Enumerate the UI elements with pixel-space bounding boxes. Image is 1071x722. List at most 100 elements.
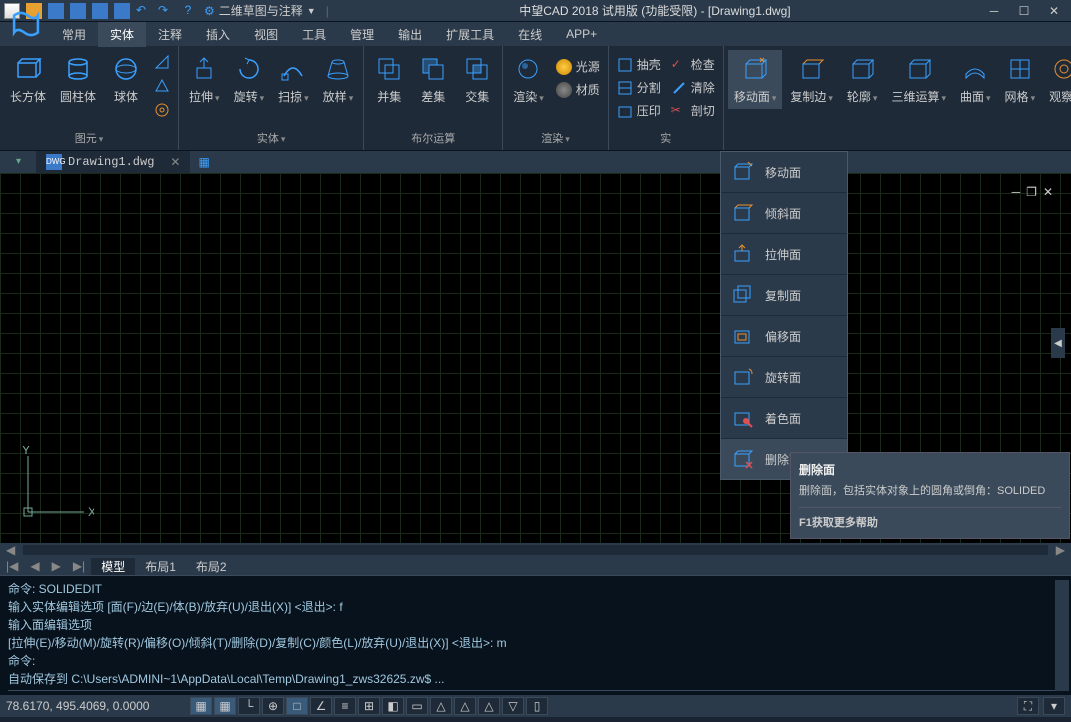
tab-output[interactable]: 输出: [386, 22, 434, 47]
minimize-button[interactable]: ─: [981, 2, 1007, 20]
redo-icon[interactable]: ↷: [158, 3, 174, 19]
sweep-button[interactable]: 扫掠: [272, 50, 315, 109]
check-button[interactable]: ✓检查: [667, 54, 719, 75]
sb-dyn[interactable]: ⊞: [358, 697, 380, 715]
3dop-button[interactable]: 三维运算: [885, 50, 952, 109]
command-window[interactable]: 命令: SOLIDEDIT 输入实体编辑选项 [面(F)/边(E)/体(B)/放…: [0, 575, 1071, 695]
sb-ann[interactable]: △: [430, 697, 452, 715]
plot-icon[interactable]: [92, 3, 108, 19]
tab-solid[interactable]: 实体: [98, 22, 146, 47]
sb-osnap[interactable]: □: [286, 697, 308, 715]
section-button[interactable]: ✂剖切: [667, 100, 719, 121]
preview-icon[interactable]: [114, 3, 130, 19]
sb-ortho[interactable]: └: [238, 697, 260, 715]
observe-button[interactable]: 观察: [1043, 50, 1071, 109]
dd-color-face[interactable]: 着色面: [721, 398, 847, 439]
layout-2[interactable]: 布局2: [186, 558, 237, 575]
canvas-scrollbar-h[interactable]: ◀ ▶: [0, 543, 1071, 557]
wedge-icon[interactable]: [154, 54, 170, 70]
slice-button[interactable]: 分割: [613, 77, 665, 98]
dd-taper-face[interactable]: 倾斜面: [721, 193, 847, 234]
undo-icon[interactable]: ↶: [136, 3, 152, 19]
maximize-button[interactable]: ☐: [1011, 2, 1037, 20]
sb-menu[interactable]: ▾: [1043, 697, 1065, 715]
sb-model[interactable]: ▭: [406, 697, 428, 715]
sb-grid[interactable]: ▦: [214, 697, 236, 715]
silhouette-button[interactable]: 轮廓: [841, 50, 884, 109]
inner-minimize[interactable]: ─: [1012, 185, 1021, 199]
cmd-scrollbar[interactable]: [1055, 580, 1069, 691]
inner-close[interactable]: ✕: [1043, 185, 1053, 199]
subtract-button[interactable]: 差集: [412, 50, 454, 109]
scroll-left[interactable]: ◀: [0, 543, 21, 557]
union-button[interactable]: 并集: [368, 50, 410, 109]
group-solid-label[interactable]: 实体: [183, 128, 359, 148]
lt-next[interactable]: ▶: [46, 559, 67, 573]
panel-toggle[interactable]: ◀: [1051, 328, 1065, 358]
sb-cycle[interactable]: ◧: [382, 697, 404, 715]
inner-restore[interactable]: ❐: [1026, 185, 1037, 199]
lt-last[interactable]: ▶|: [67, 559, 91, 573]
shell-button[interactable]: 抽壳: [613, 54, 665, 75]
clean-button[interactable]: 清除: [667, 77, 719, 98]
sb-expand[interactable]: ⛶: [1017, 697, 1039, 715]
sb-ann3[interactable]: △: [478, 697, 500, 715]
material-button[interactable]: 材质: [552, 79, 604, 100]
group-primitives-label[interactable]: 图元: [4, 128, 174, 148]
group-render-label[interactable]: 渲染: [507, 128, 604, 148]
tab-manage[interactable]: 管理: [338, 22, 386, 47]
sphere-button[interactable]: 球体: [104, 50, 148, 109]
tab-app[interactable]: APP+: [554, 23, 609, 45]
copyedge-button[interactable]: 复制边: [784, 50, 839, 109]
document-tab[interactable]: DWG Drawing1.dwg ✕: [36, 151, 190, 173]
saveall-icon[interactable]: [70, 3, 86, 19]
mesh-button[interactable]: 网格: [999, 50, 1042, 109]
dd-move-face[interactable]: 移动面: [721, 152, 847, 193]
revolve-button[interactable]: 旋转: [228, 50, 271, 109]
render-button[interactable]: 渲染: [507, 50, 550, 109]
surface-button[interactable]: 曲面: [954, 50, 997, 109]
tab-tools[interactable]: 工具: [290, 22, 338, 47]
intersect-button[interactable]: 交集: [456, 50, 498, 109]
imprint-button[interactable]: 压印: [613, 100, 665, 121]
workspace-selector[interactable]: ⚙ 二维草图与注释 ▼ |: [204, 2, 329, 19]
light-button[interactable]: 光源: [552, 56, 604, 77]
cylinder-button[interactable]: 圆柱体: [54, 50, 102, 109]
tab-annotate[interactable]: 注释: [146, 22, 194, 47]
close-button[interactable]: ✕: [1041, 2, 1067, 20]
dd-copy-face[interactable]: 复制面: [721, 275, 847, 316]
section-icon: ✂: [671, 103, 687, 119]
sb-iso[interactable]: ▽: [502, 697, 524, 715]
lt-first[interactable]: |◀: [0, 559, 24, 573]
tab-extend[interactable]: 扩展工具: [434, 22, 506, 47]
sb-snap[interactable]: ▦: [190, 697, 212, 715]
sb-ann2[interactable]: △: [454, 697, 476, 715]
loft-button[interactable]: 放样: [317, 50, 360, 109]
new-tab-button[interactable]: ▦: [190, 155, 217, 169]
extrude-button[interactable]: 拉伸: [183, 50, 226, 109]
sb-misc[interactable]: ▯: [526, 697, 548, 715]
cmd-prompt[interactable]: 命令:: [8, 690, 1063, 695]
sb-polar[interactable]: ⊕: [262, 697, 284, 715]
layout-model[interactable]: 模型: [91, 558, 135, 575]
tab-close-icon[interactable]: ✕: [170, 155, 180, 169]
dd-rotate-face[interactable]: 旋转面: [721, 357, 847, 398]
torus-icon[interactable]: [154, 102, 170, 118]
tab-insert[interactable]: 插入: [194, 22, 242, 47]
dd-offset-face[interactable]: 偏移面: [721, 316, 847, 357]
layout-1[interactable]: 布局1: [135, 558, 186, 575]
dd-extrude-face[interactable]: 拉伸面: [721, 234, 847, 275]
tab-view[interactable]: 视图: [242, 22, 290, 47]
scroll-right[interactable]: ▶: [1050, 543, 1071, 557]
box-button[interactable]: 长方体: [4, 50, 52, 109]
cone-icon[interactable]: [154, 78, 170, 94]
app-logo[interactable]: [6, 4, 46, 44]
lt-prev[interactable]: ◀: [24, 559, 45, 573]
tab-online[interactable]: 在线: [506, 22, 554, 47]
sb-lwt[interactable]: ≡: [334, 697, 356, 715]
sb-otrack[interactable]: ∠: [310, 697, 332, 715]
moveface-button[interactable]: 移动面: [728, 50, 783, 109]
help-icon[interactable]: ?: [180, 3, 196, 19]
save-icon[interactable]: [48, 3, 64, 19]
tab-common[interactable]: 常用: [50, 22, 98, 47]
